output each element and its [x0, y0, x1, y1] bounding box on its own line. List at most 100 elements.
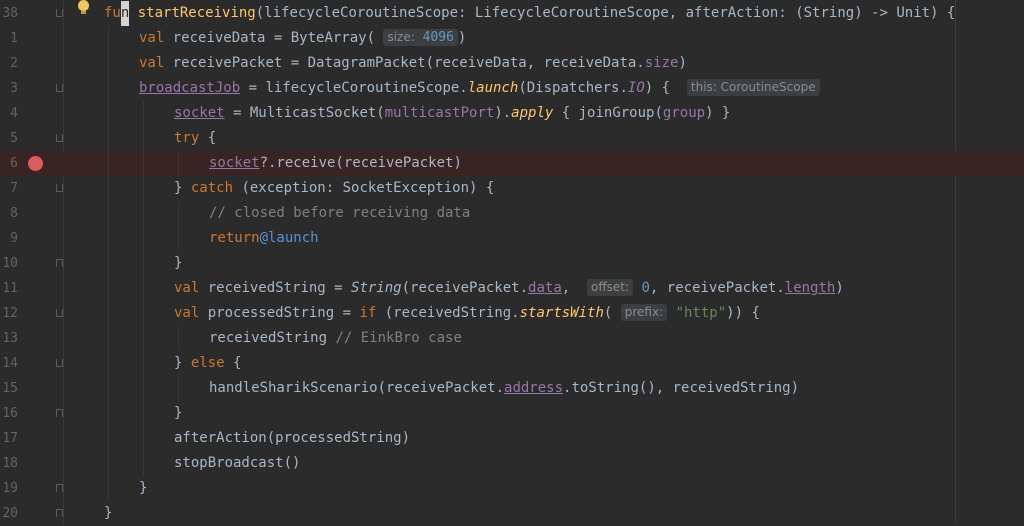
breakpoint-icon[interactable]: [28, 156, 43, 171]
line-number[interactable]: 11: [0, 276, 18, 301]
code-line[interactable]: 14 } else {: [0, 351, 1024, 376]
code-token: catch: [190, 180, 234, 196]
fold-open-icon[interactable]: [56, 84, 63, 92]
code-token: startsWith: [519, 305, 604, 321]
code-token: val: [139, 30, 165, 46]
code-text[interactable]: broadcastJob = lifecycleCoroutineScope.l…: [139, 76, 820, 101]
code-text[interactable]: // closed before receiving data: [209, 201, 470, 226]
code-editor[interactable]: 38 fun startReceiving(lifecycleCoroutineS…: [0, 0, 1024, 524]
code-line[interactable]: 1 val receiveData = ByteArray( size: 4096…: [0, 26, 1024, 51]
code-token: (receivePacket.: [401, 280, 529, 296]
line-number[interactable]: 6: [0, 151, 18, 176]
code-text[interactable]: val receiveData = ByteArray( size: 4096): [139, 26, 466, 51]
line-number[interactable]: 10: [0, 251, 18, 276]
line-number[interactable]: 16: [0, 401, 18, 426]
line-number[interactable]: 18: [0, 451, 18, 476]
code-line[interactable]: 12 val processedString = if (receivedStri…: [0, 301, 1024, 326]
code-text[interactable]: }: [139, 476, 147, 501]
code-text[interactable]: val processedString = if (receivedString…: [174, 301, 760, 326]
line-number[interactable]: 15: [0, 376, 18, 401]
code-text[interactable]: return@launch: [209, 226, 319, 251]
fold-open-icon[interactable]: [56, 184, 63, 192]
line-number[interactable]: 8: [0, 201, 18, 226]
code-token: 0: [633, 280, 650, 296]
code-token: (: [603, 305, 621, 321]
code-line[interactable]: 17 afterAction(processedString): [0, 426, 1024, 451]
code-token: ?.receive(receivePacket): [259, 155, 462, 171]
line-number[interactable]: 5: [0, 126, 18, 151]
code-token: receivePacket = DatagramPacket(receiveDa…: [164, 55, 645, 71]
code-line[interactable]: 38 fun startReceiving(lifecycleCoroutineS…: [0, 0, 1024, 26]
fold-close-icon[interactable]: [56, 259, 63, 267]
code-text[interactable]: try {: [174, 126, 216, 151]
fold-close-icon[interactable]: [56, 484, 63, 492]
indent-guide: [108, 26, 109, 501]
code-token: return: [209, 230, 260, 246]
code-token: fu: [104, 5, 121, 21]
code-line[interactable]: 2 val receivePacket = DatagramPacket(rece…: [0, 51, 1024, 76]
code-text[interactable]: socket = MulticastSocket(multicastPort).…: [174, 101, 730, 126]
code-token: val: [139, 55, 165, 71]
hint-value: 4096: [414, 30, 454, 45]
code-line[interactable]: 10}: [0, 251, 1024, 276]
line-number[interactable]: 3: [0, 76, 18, 101]
code-token: = MulticastSocket(: [224, 105, 385, 121]
code-line[interactable]: 6 socket?.receive(receivePacket): [0, 151, 1024, 176]
code-text[interactable]: handleSharikScenario(receivePacket.addre…: [209, 376, 799, 401]
parameter-hint: this: CoroutineScope: [686, 79, 820, 96]
line-number[interactable]: 20: [0, 501, 18, 526]
code-line[interactable]: 18 stopBroadcast(): [0, 451, 1024, 476]
line-number[interactable]: 12: [0, 301, 18, 326]
fold-open-icon[interactable]: [56, 9, 63, 17]
hint-label: prefix:: [624, 305, 664, 319]
line-number[interactable]: 14: [0, 351, 18, 376]
fold-open-icon[interactable]: [56, 134, 63, 142]
fold-close-icon[interactable]: [56, 409, 63, 417]
line-number[interactable]: 13: [0, 326, 18, 351]
code-text[interactable]: } else {: [174, 351, 241, 376]
code-token: receivedString =: [199, 280, 352, 296]
code-line[interactable]: 11 val receivedString = String(receivePac…: [0, 276, 1024, 301]
code-line[interactable]: 15 handleSharikScenario(receivePacket.add…: [0, 376, 1024, 401]
code-token: = lifecycleCoroutineScope.: [240, 80, 468, 96]
code-line[interactable]: 5 try {: [0, 126, 1024, 151]
parameter-hint: prefix:: [620, 304, 668, 321]
code-text[interactable]: }: [174, 401, 182, 426]
code-line[interactable]: 19}: [0, 476, 1024, 501]
code-text[interactable]: val receivePacket = DatagramPacket(recei…: [139, 51, 687, 76]
line-number[interactable]: 1: [0, 26, 18, 51]
code-text[interactable]: }: [174, 251, 182, 276]
line-number[interactable]: 9: [0, 226, 18, 251]
code-line[interactable]: 4 socket = MulticastSocket(multicastPort)…: [0, 101, 1024, 126]
code-text[interactable]: stopBroadcast(): [174, 451, 300, 476]
code-line[interactable]: 8 // closed before receiving data: [0, 201, 1024, 226]
line-number[interactable]: 17: [0, 426, 18, 451]
code-line[interactable]: 9 return@launch: [0, 226, 1024, 251]
line-number[interactable]: 19: [0, 476, 18, 501]
code-line[interactable]: 13 receivedString // EinkBro case: [0, 326, 1024, 351]
line-number[interactable]: 4: [0, 101, 18, 126]
code-line[interactable]: 7 } catch (exception: SocketException) {: [0, 176, 1024, 201]
line-number[interactable]: 38: [0, 1, 18, 26]
line-number[interactable]: 2: [0, 51, 18, 76]
fold-close-icon[interactable]: [56, 509, 63, 517]
code-text[interactable]: val receivedString = String(receivePacke…: [174, 276, 844, 301]
code-text[interactable]: }: [104, 501, 112, 526]
code-line[interactable]: 3 broadcastJob = lifecycleCoroutineScope.…: [0, 76, 1024, 101]
fold-open-icon[interactable]: [56, 309, 63, 317]
code-text[interactable]: fun startReceiving(lifecycleCoroutineSco…: [104, 1, 955, 26]
line-number[interactable]: 7: [0, 176, 18, 201]
code-line[interactable]: 20}: [0, 501, 1024, 526]
code-token: }: [174, 255, 183, 271]
lightbulb-icon[interactable]: [77, 0, 89, 14]
code-token: stopBroadcast(): [174, 455, 301, 471]
code-text[interactable]: } catch (exception: SocketException) {: [174, 176, 494, 201]
code-text[interactable]: socket?.receive(receivePacket): [209, 151, 462, 176]
code-text[interactable]: afterAction(processedString): [174, 426, 410, 451]
fold-open-icon[interactable]: [56, 359, 63, 367]
code-token: }: [104, 505, 113, 521]
code-text[interactable]: receivedString // EinkBro case: [209, 326, 462, 351]
code-line[interactable]: 16}: [0, 401, 1024, 426]
indent-guide: [143, 101, 144, 476]
